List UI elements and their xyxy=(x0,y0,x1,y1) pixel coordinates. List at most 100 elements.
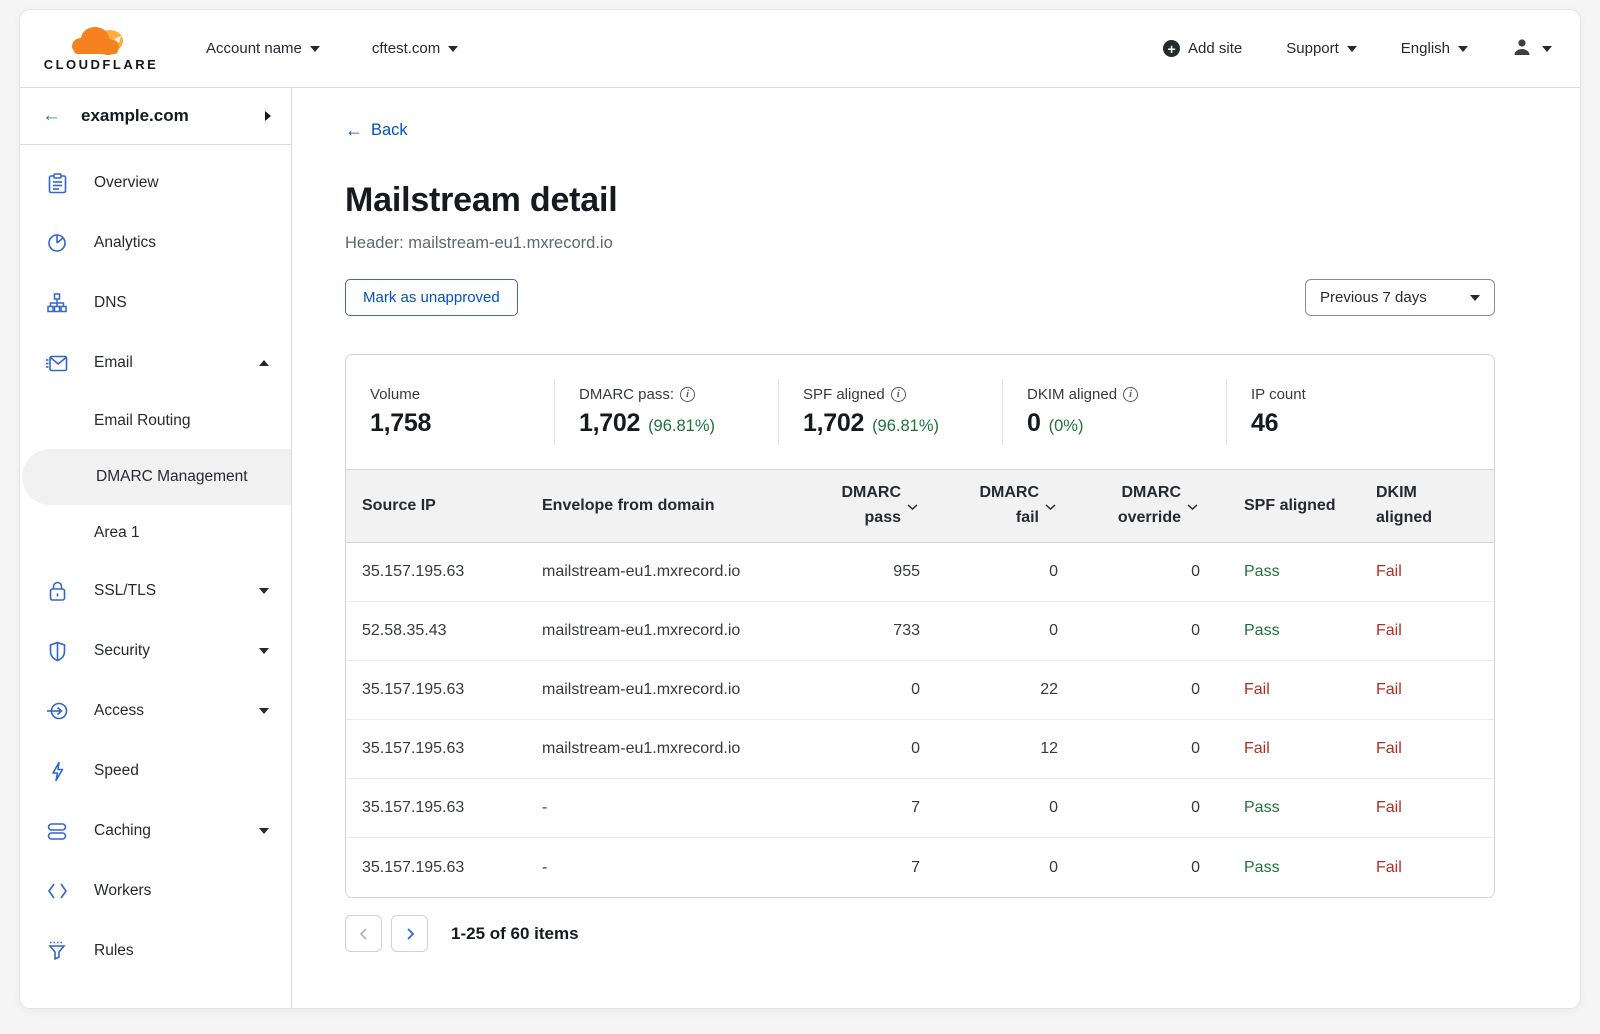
source-ip-cell: 35.157.195.63 xyxy=(362,563,542,581)
stat-value: 0 xyxy=(1027,409,1041,438)
stat-value: 1,758 xyxy=(370,409,431,438)
dmarc-pass-cell: 0 xyxy=(800,740,928,758)
next-page-button[interactable] xyxy=(391,915,428,952)
column-dmarc-override[interactable]: DMARC override xyxy=(1066,481,1208,531)
back-link[interactable]: ← Back xyxy=(345,120,408,141)
main-content: ← Back Mailstream detail Header: mailstr… xyxy=(292,88,1580,1008)
sidebar-item-caching[interactable]: Caching xyxy=(20,801,291,861)
chevron-down-icon xyxy=(259,708,269,714)
stat-value: 1,702 xyxy=(803,409,864,438)
dmarc-override-cell: 0 xyxy=(1066,859,1208,877)
cloudflare-logo-text: CLOUDFLARE xyxy=(44,57,159,72)
sidebar-item-dns[interactable]: DNS xyxy=(20,273,291,333)
sort-chevron-icon[interactable] xyxy=(1043,499,1058,514)
account-name-dropdown[interactable]: Account name xyxy=(206,40,320,57)
sidebar-item-rules[interactable]: Rules xyxy=(20,921,291,981)
spf-aligned-cell: Pass xyxy=(1208,563,1348,581)
column-spf-aligned: SPF aligned xyxy=(1208,497,1348,515)
envelope-cell: - xyxy=(542,799,800,817)
mark-unapproved-button[interactable]: Mark as unapproved xyxy=(345,279,518,316)
sidebar-item-label: Email xyxy=(94,354,133,372)
sidebar-item-label: Overview xyxy=(94,174,159,192)
sidebar-item-area-1[interactable]: Area 1 xyxy=(20,505,291,561)
email-icon xyxy=(46,355,68,372)
mailstream-card: Volume 1,758 DMARC pass:i 1,702(96.81%) … xyxy=(345,354,1495,898)
stat-label: IP count xyxy=(1251,386,1306,403)
column-dmarc-fail[interactable]: DMARC fail xyxy=(928,481,1066,531)
shield-icon xyxy=(46,641,68,662)
envelope-cell: mailstream-eu1.mxrecord.io xyxy=(542,681,800,699)
sidebar-item-label: DMARC Management xyxy=(96,468,248,486)
table-row[interactable]: 35.157.195.63 mailstream-eu1.mxrecord.io… xyxy=(346,720,1494,779)
chevron-down-icon xyxy=(1470,295,1480,301)
page-subtitle: Header: mailstream-eu1.mxrecord.io xyxy=(345,234,1495,253)
table-row[interactable]: 35.157.195.63 - 7 0 0 Pass Fail xyxy=(346,779,1494,838)
user-icon xyxy=(1512,37,1532,61)
info-icon[interactable]: i xyxy=(891,387,906,402)
table-row[interactable]: 35.157.195.63 mailstream-eu1.mxrecord.io… xyxy=(346,661,1494,720)
sidebar-item-email-routing[interactable]: Email Routing xyxy=(20,393,291,449)
chevron-down-icon xyxy=(1347,46,1357,52)
info-icon[interactable]: i xyxy=(1123,387,1138,402)
sidebar-item-label: SSL/TLS xyxy=(94,582,156,600)
chevron-down-icon xyxy=(448,46,458,52)
dmarc-pass-cell: 7 xyxy=(800,859,928,877)
dkim-aligned-cell: Fail xyxy=(1348,799,1478,817)
spf-aligned-cell: Fail xyxy=(1208,681,1348,699)
sort-chevron-icon[interactable] xyxy=(905,499,920,514)
column-label: DMARC pass xyxy=(821,481,901,531)
table-row[interactable]: 35.157.195.63 - 7 0 0 Pass Fail xyxy=(346,838,1494,897)
dmarc-fail-cell: 0 xyxy=(928,859,1066,877)
dmarc-override-cell: 0 xyxy=(1066,799,1208,817)
site-label: cftest.com xyxy=(372,40,440,57)
cloudflare-cloud-icon xyxy=(70,25,132,59)
support-dropdown[interactable]: Support xyxy=(1286,40,1357,57)
stat-dkim-aligned: DKIM alignedi 0(0%) xyxy=(1002,379,1226,445)
sidebar: ← example.com Overview xyxy=(20,88,292,1008)
chevron-up-icon xyxy=(259,360,269,366)
dmarc-fail-cell: 0 xyxy=(928,622,1066,640)
sidebar-item-dmarc-management[interactable]: DMARC Management xyxy=(22,449,291,505)
add-site-button[interactable]: + Add site xyxy=(1163,40,1242,57)
info-icon[interactable]: i xyxy=(680,387,695,402)
stat-spf-aligned: SPF alignedi 1,702(96.81%) xyxy=(778,379,1002,445)
stat-label: DMARC pass: xyxy=(579,386,674,403)
chevron-down-icon xyxy=(259,588,269,594)
stat-volume: Volume 1,758 xyxy=(346,379,554,445)
column-dmarc-pass[interactable]: DMARC pass xyxy=(800,481,928,531)
envelope-cell: mailstream-eu1.mxrecord.io xyxy=(542,740,800,758)
language-dropdown[interactable]: English xyxy=(1401,40,1468,57)
sidebar-item-email[interactable]: Email xyxy=(20,333,291,393)
sidebar-item-label: Analytics xyxy=(94,234,156,252)
stat-label: Volume xyxy=(370,386,420,403)
sidebar-item-overview[interactable]: Overview xyxy=(20,153,291,213)
dmarc-pass-cell: 7 xyxy=(800,799,928,817)
sidebar-item-analytics[interactable]: Analytics xyxy=(20,213,291,273)
site-dropdown[interactable]: cftest.com xyxy=(372,40,458,57)
sort-chevron-icon[interactable] xyxy=(1185,499,1200,514)
dmarc-fail-cell: 0 xyxy=(928,799,1066,817)
date-range-select[interactable]: Previous 7 days xyxy=(1305,279,1495,316)
sidebar-item-speed[interactable]: Speed xyxy=(20,741,291,801)
column-label: DMARC override xyxy=(1101,481,1181,531)
table-row[interactable]: 52.58.35.43 mailstream-eu1.mxrecord.io 7… xyxy=(346,602,1494,661)
stat-percentage: (0%) xyxy=(1049,417,1084,436)
sidebar-item-security[interactable]: Security xyxy=(20,621,291,681)
back-arrow-icon[interactable]: ← xyxy=(42,105,61,127)
stat-label: SPF aligned xyxy=(803,386,885,403)
dkim-aligned-cell: Fail xyxy=(1348,563,1478,581)
spf-aligned-cell: Pass xyxy=(1208,799,1348,817)
sidebar-item-access[interactable]: Access xyxy=(20,681,291,741)
chevron-down-icon xyxy=(1458,46,1468,52)
spf-aligned-cell: Pass xyxy=(1208,622,1348,640)
dmarc-pass-cell: 733 xyxy=(800,622,928,640)
sidebar-item-label: Area 1 xyxy=(94,524,140,542)
previous-page-button[interactable] xyxy=(345,915,382,952)
table-row[interactable]: 35.157.195.63 mailstream-eu1.mxrecord.io… xyxy=(346,543,1494,602)
cloudflare-logo[interactable]: CLOUDFLARE xyxy=(42,25,160,72)
user-menu[interactable] xyxy=(1512,37,1552,61)
sidebar-item-ssl-tls[interactable]: SSL/TLS xyxy=(20,561,291,621)
top-navbar: CLOUDFLARE Account name cftest.com + Add… xyxy=(20,10,1580,88)
sidebar-item-workers[interactable]: Workers xyxy=(20,861,291,921)
zone-selector[interactable]: ← example.com xyxy=(20,88,291,145)
